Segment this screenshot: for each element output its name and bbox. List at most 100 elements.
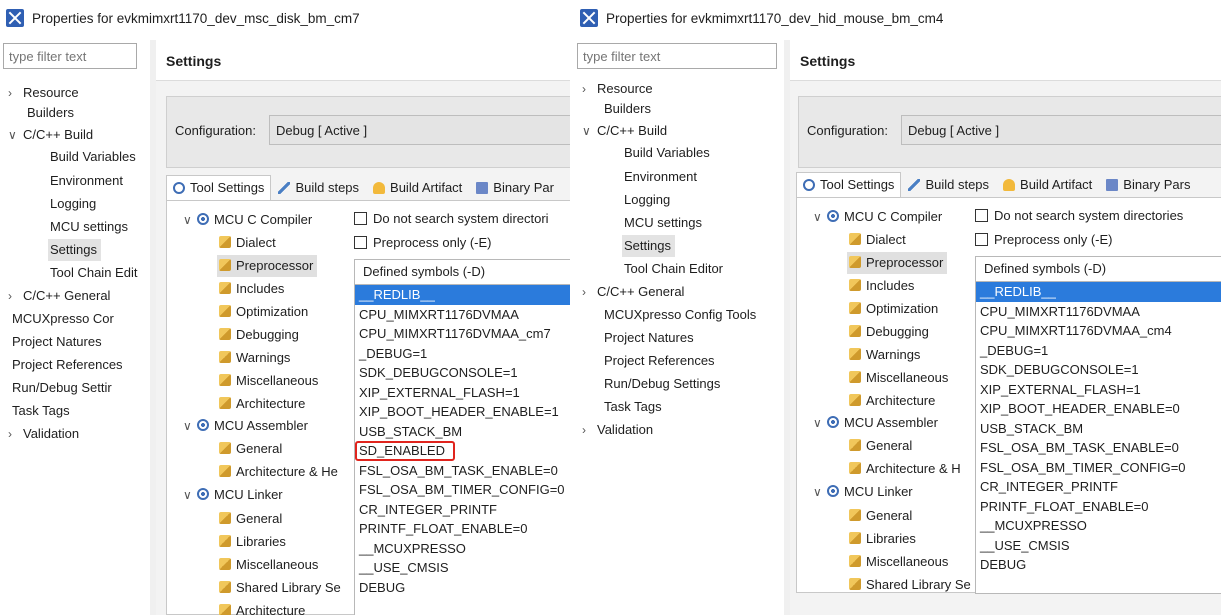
symbol-row[interactable]: FSL_OSA_BM_TASK_ENABLE=0 bbox=[355, 461, 570, 481]
symbol-row[interactable]: CPU_MIMXRT1176DVMAA_cm4 bbox=[976, 321, 1221, 341]
tree-item-shared-library[interactable]: Shared Library Se bbox=[849, 574, 971, 596]
nav-item-task-tags[interactable]: Task Tags bbox=[12, 400, 70, 422]
symbol-row[interactable]: _DEBUG=1 bbox=[976, 341, 1221, 361]
tree-item-mcu-assembler[interactable]: ∨ MCU Assembler bbox=[813, 412, 938, 434]
chevron-right-icon[interactable]: › bbox=[8, 285, 23, 307]
tree-item-includes[interactable]: Includes bbox=[849, 275, 914, 297]
tree-item-preprocessor[interactable]: Preprocessor bbox=[847, 252, 948, 274]
symbol-row[interactable]: CPU_MIMXRT1176DVMAA bbox=[355, 305, 570, 325]
symbol-row[interactable]: XIP_BOOT_HEADER_ENABLE=1 bbox=[355, 402, 570, 422]
filter-input[interactable] bbox=[577, 43, 777, 69]
tree-item-architecture-headers[interactable]: Architecture & He bbox=[219, 461, 338, 483]
chevron-right-icon[interactable]: › bbox=[582, 419, 597, 441]
nav-item-builders[interactable]: Builders bbox=[27, 102, 74, 124]
tree-item-preprocessor[interactable]: Preprocessor bbox=[217, 255, 318, 277]
tab-tool-settings[interactable]: Tool Settings bbox=[166, 175, 272, 200]
tree-item-debugging[interactable]: Debugging bbox=[849, 321, 929, 343]
chevron-right-icon[interactable]: › bbox=[582, 78, 597, 100]
tree-item-mcu-c-compiler[interactable]: ∨ MCU C Compiler bbox=[813, 206, 942, 228]
tree-item-architecture[interactable]: Architecture bbox=[849, 390, 935, 412]
tab-build-artifact[interactable]: Build Artifact bbox=[996, 172, 1099, 198]
defined-symbols-list[interactable]: Defined symbols (-D) __REDLIB__ CPU_MIMX… bbox=[975, 256, 1221, 594]
checkbox[interactable] bbox=[354, 236, 367, 249]
nav-item-build-variables[interactable]: Build Variables bbox=[50, 146, 136, 168]
tree-item-libraries[interactable]: Libraries bbox=[219, 531, 286, 553]
symbol-row[interactable]: __REDLIB__ bbox=[355, 285, 570, 305]
tree-item-warnings[interactable]: Warnings bbox=[219, 347, 290, 369]
configuration-select[interactable]: Debug [ Active ] bbox=[269, 115, 570, 145]
nav-item-logging[interactable]: Logging bbox=[50, 193, 96, 215]
symbol-row[interactable]: CPU_MIMXRT1176DVMAA_cm7 bbox=[355, 324, 570, 344]
symbol-row[interactable]: __REDLIB__ bbox=[976, 282, 1221, 302]
nav-item-mcuxpresso-config[interactable]: MCUXpresso Cor bbox=[12, 308, 114, 330]
tree-item-mcu-c-compiler[interactable]: ∨ MCU C Compiler bbox=[183, 209, 312, 231]
tree-item-miscellaneous[interactable]: Miscellaneous bbox=[219, 370, 318, 392]
checkbox[interactable] bbox=[354, 212, 367, 225]
tree-item-libraries[interactable]: Libraries bbox=[849, 528, 916, 550]
tree-item-dialect[interactable]: Dialect bbox=[849, 229, 906, 251]
nav-item-mcu-settings[interactable]: MCU settings bbox=[50, 216, 128, 238]
symbol-row[interactable]: FSL_OSA_BM_TIMER_CONFIG=0 bbox=[355, 480, 570, 500]
tree-item-general[interactable]: General bbox=[219, 438, 282, 460]
chevron-right-icon[interactable]: › bbox=[8, 82, 23, 104]
nav-item-run-debug-settings[interactable]: Run/Debug Settir bbox=[12, 377, 112, 399]
tab-tool-settings[interactable]: Tool Settings bbox=[796, 172, 902, 197]
chevron-down-icon[interactable]: ∨ bbox=[813, 412, 827, 434]
symbol-row[interactable]: CR_INTEGER_PRINTF bbox=[355, 500, 570, 520]
no-system-dirs-option[interactable]: Do not search system directories bbox=[975, 206, 1183, 226]
tree-item-includes[interactable]: Includes bbox=[219, 278, 284, 300]
symbol-row[interactable]: USB_STACK_BM bbox=[976, 419, 1221, 439]
nav-item-cpp-build[interactable]: ∨ C/C++ Build bbox=[582, 120, 667, 142]
preprocess-only-option[interactable]: Preprocess only (-E) bbox=[354, 233, 491, 253]
symbol-row[interactable]: __MCUXPRESSO bbox=[976, 516, 1221, 536]
symbol-row[interactable]: __USE_CMSIS bbox=[976, 536, 1221, 556]
chevron-down-icon[interactable]: ∨ bbox=[813, 206, 827, 228]
nav-item-validation[interactable]: › Validation bbox=[8, 423, 79, 445]
tree-item-architecture[interactable]: Architecture bbox=[219, 393, 305, 415]
chevron-down-icon[interactable]: ∨ bbox=[813, 481, 827, 503]
tree-item-shared-library[interactable]: Shared Library Se bbox=[219, 577, 341, 599]
filter-input[interactable] bbox=[3, 43, 137, 69]
tree-item-linker-miscellaneous[interactable]: Miscellaneous bbox=[849, 551, 948, 573]
chevron-down-icon[interactable]: ∨ bbox=[582, 120, 597, 142]
symbol-row[interactable]: USB_STACK_BM bbox=[355, 422, 570, 442]
nav-item-settings[interactable]: Settings bbox=[622, 235, 675, 257]
checkbox[interactable] bbox=[975, 233, 988, 246]
nav-item-tool-chain-editor[interactable]: Tool Chain Editor bbox=[624, 258, 723, 280]
tree-item-linker-general[interactable]: General bbox=[219, 508, 282, 530]
chevron-down-icon[interactable]: ∨ bbox=[183, 415, 197, 437]
nav-item-resource[interactable]: › Resource bbox=[582, 78, 653, 100]
nav-item-project-natures[interactable]: Project Natures bbox=[12, 331, 102, 353]
tree-item-dialect[interactable]: Dialect bbox=[219, 232, 276, 254]
nav-item-cpp-general[interactable]: › C/C++ General bbox=[8, 285, 110, 307]
symbol-row[interactable]: FSL_OSA_BM_TASK_ENABLE=0 bbox=[976, 438, 1221, 458]
symbol-row[interactable]: CR_INTEGER_PRINTF bbox=[976, 477, 1221, 497]
nav-item-project-natures[interactable]: Project Natures bbox=[604, 327, 694, 349]
symbol-row[interactable]: PRINTF_FLOAT_ENABLE=0 bbox=[976, 497, 1221, 517]
nav-item-settings[interactable]: Settings bbox=[48, 239, 101, 261]
nav-item-logging[interactable]: Logging bbox=[624, 189, 670, 211]
nav-item-build-variables[interactable]: Build Variables bbox=[624, 142, 710, 164]
chevron-down-icon[interactable]: ∨ bbox=[183, 484, 197, 506]
tree-item-mcu-linker[interactable]: ∨ MCU Linker bbox=[813, 481, 913, 503]
nav-item-project-references[interactable]: Project References bbox=[604, 350, 715, 372]
tab-build-steps[interactable]: Build steps bbox=[901, 172, 996, 198]
tree-item-optimization[interactable]: Optimization bbox=[219, 301, 308, 323]
nav-item-task-tags[interactable]: Task Tags bbox=[604, 396, 662, 418]
nav-item-validation[interactable]: › Validation bbox=[582, 419, 653, 441]
nav-item-project-references[interactable]: Project References bbox=[12, 354, 123, 376]
configuration-select[interactable]: Debug [ Active ] bbox=[901, 115, 1221, 145]
tree-item-mcu-assembler[interactable]: ∨ MCU Assembler bbox=[183, 415, 308, 437]
symbol-row[interactable]: __USE_CMSIS bbox=[355, 558, 570, 578]
tree-item-general[interactable]: General bbox=[849, 435, 912, 457]
symbol-row[interactable]: __MCUXPRESSO bbox=[355, 539, 570, 559]
nav-item-resource[interactable]: › Resource bbox=[8, 82, 79, 104]
tree-item-linker-architecture[interactable]: Architecture bbox=[219, 600, 305, 615]
tree-item-warnings[interactable]: Warnings bbox=[849, 344, 920, 366]
tree-item-architecture-headers[interactable]: Architecture & H bbox=[849, 458, 961, 480]
nav-item-cpp-build[interactable]: ∨ C/C++ Build bbox=[8, 124, 93, 146]
chevron-right-icon[interactable]: › bbox=[8, 423, 23, 445]
tree-item-miscellaneous[interactable]: Miscellaneous bbox=[849, 367, 948, 389]
tree-item-linker-general[interactable]: General bbox=[849, 505, 912, 527]
tree-item-mcu-linker[interactable]: ∨ MCU Linker bbox=[183, 484, 283, 506]
